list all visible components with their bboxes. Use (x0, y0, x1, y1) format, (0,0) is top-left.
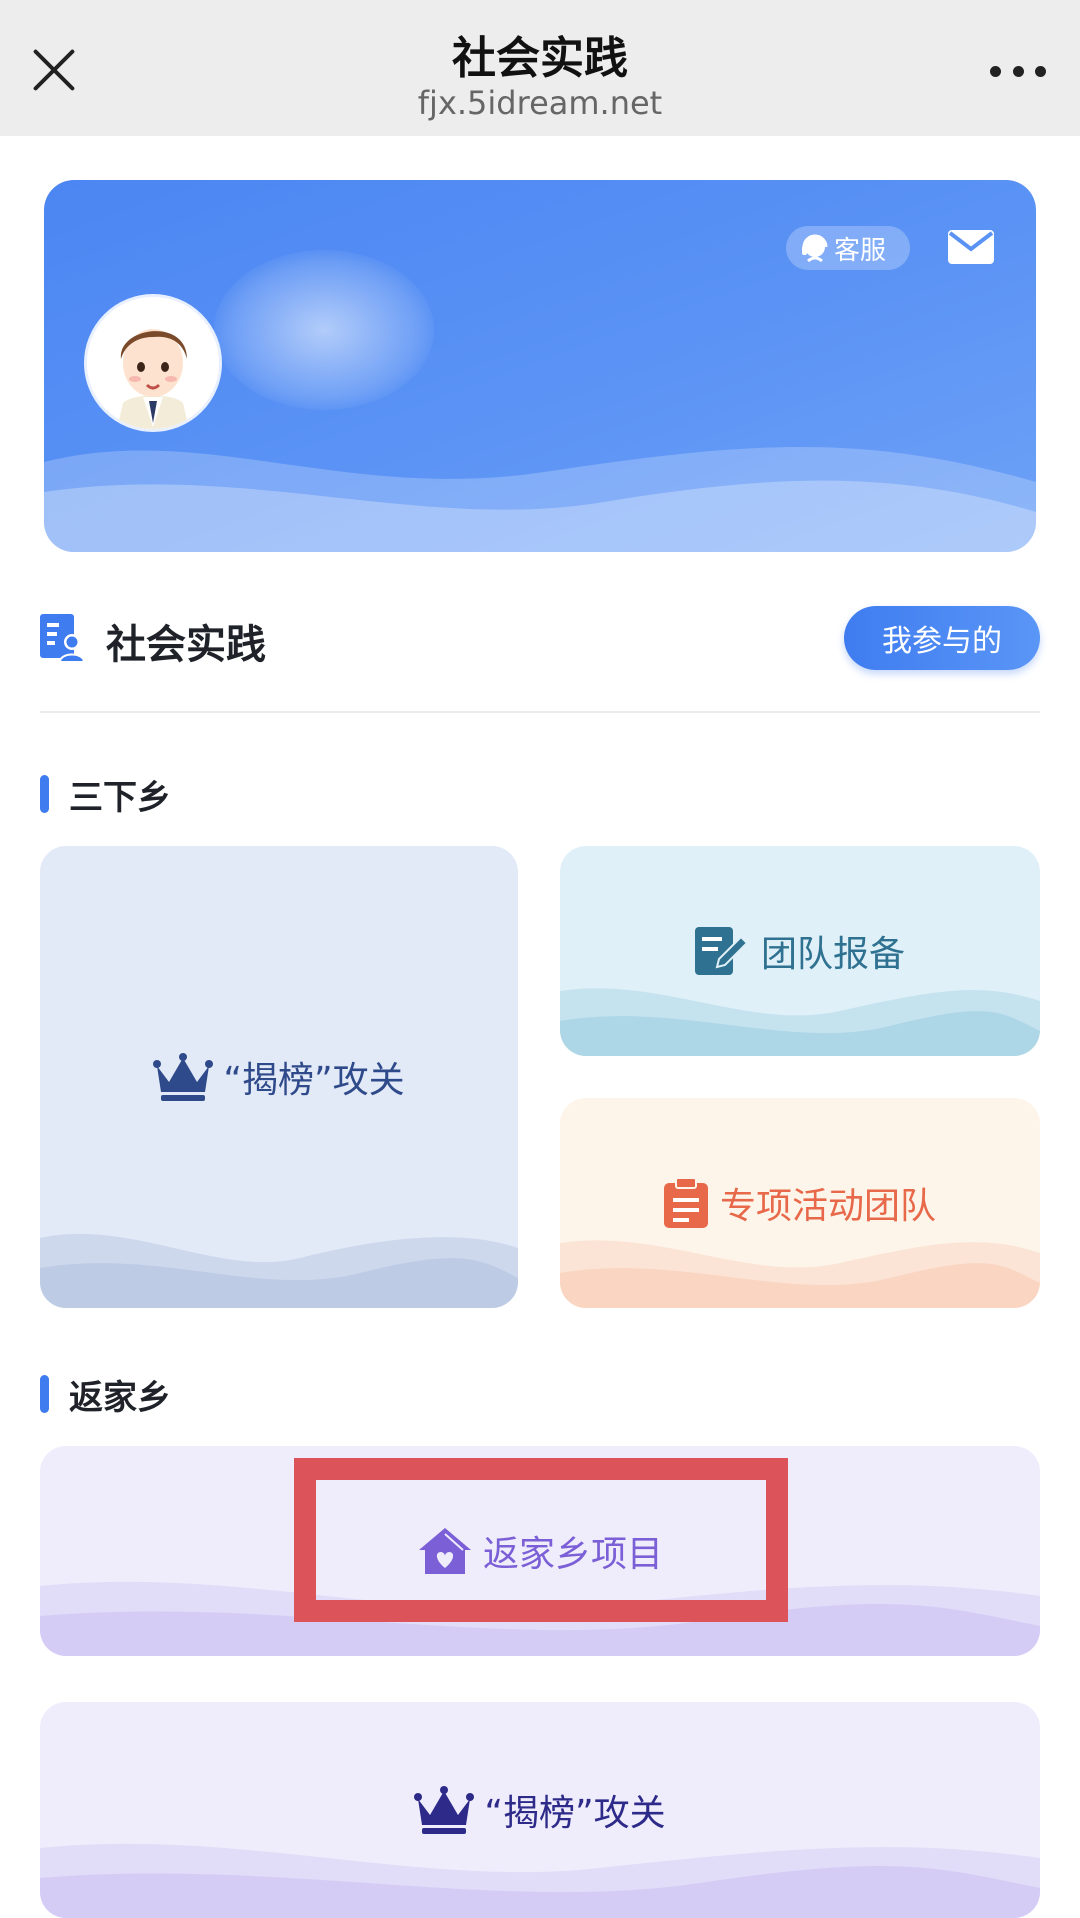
card-label: 团队报备 (760, 934, 905, 975)
section-title: 社会实践 (106, 622, 266, 668)
avatar[interactable] (84, 294, 222, 432)
group-header-fanjiaxiang: 返家乡 (40, 1374, 171, 1418)
mail-icon[interactable] (948, 230, 994, 264)
card-label: “揭榜”攻关 (484, 1793, 666, 1834)
banner-waves (44, 447, 1036, 552)
my-participation-button[interactable]: 我参与的 (844, 606, 1040, 670)
card-waves (560, 988, 1040, 1056)
customer-service-button[interactable]: 客服 (786, 226, 910, 270)
card-label: 专项活动团队 (719, 1186, 936, 1227)
card-label: 返家乡项目 (482, 1534, 663, 1575)
banner-glow (214, 250, 434, 410)
practice-section-icon (40, 614, 86, 662)
divider (40, 711, 1040, 713)
clipboard-icon (663, 1178, 708, 1228)
card-waves (40, 1843, 1040, 1918)
card-team-registration[interactable]: 团队报备 (560, 846, 1040, 1056)
group-title: 三下乡 (69, 777, 171, 818)
group-title: 返家乡 (69, 1377, 171, 1418)
headset-icon (802, 234, 828, 263)
customer-service-label: 客服 (834, 235, 887, 266)
profile-banner: 客服 (44, 180, 1036, 552)
card-jiebang-gongguan-hometown[interactable]: “揭榜”攻关 (40, 1702, 1040, 1918)
page-title: 社会实践 (452, 33, 628, 84)
top-nav-bar: 社会实践 fjx.5idream.net (0, 0, 1080, 136)
page-url: fjx.5idream.net (417, 84, 663, 122)
edit-form-icon (694, 927, 747, 975)
home-heart-icon (418, 1528, 471, 1574)
card-label: “揭榜”攻关 (223, 1060, 405, 1101)
more-options-icon[interactable] (990, 66, 1046, 78)
crown-icon (414, 1786, 475, 1834)
card-waves (560, 1240, 1040, 1308)
group-header-bar (40, 775, 49, 813)
group-header-bar (40, 1375, 49, 1413)
card-waves (40, 1233, 518, 1308)
group-header-sanxiaxiang: 三下乡 (40, 774, 171, 818)
crown-icon (153, 1053, 214, 1101)
card-special-activity-team[interactable]: 专项活动团队 (560, 1098, 1040, 1308)
card-jiebang-gongguan[interactable]: “揭榜”攻关 (40, 846, 518, 1308)
